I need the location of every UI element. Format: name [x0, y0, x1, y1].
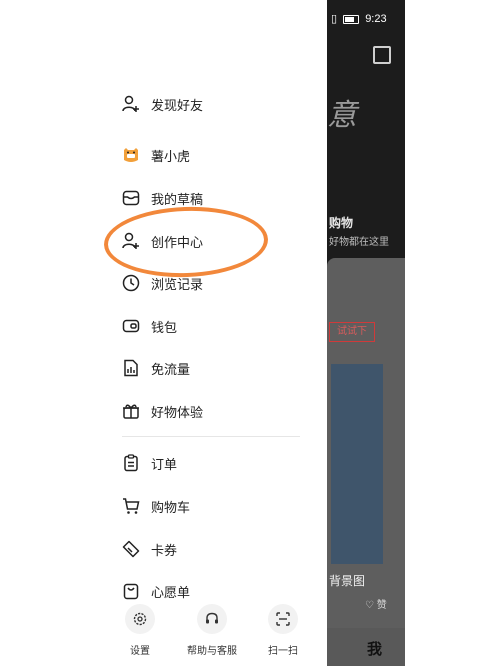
menu-item-label: 钱包	[151, 319, 178, 335]
clock-icon	[120, 272, 142, 294]
tiger-avatar-icon	[120, 144, 142, 166]
menu-item-cart[interactable]: 购物车	[120, 491, 320, 521]
inbox-icon	[120, 187, 142, 209]
ticket-icon	[120, 538, 142, 560]
card-title: 背景图	[329, 574, 366, 588]
menu-item-product-trial[interactable]: 好物体验	[120, 396, 320, 426]
vibrate-icon: ▯	[331, 13, 338, 25]
menu-item-label: 好物体验	[151, 404, 204, 420]
menu-item-label: 免流量	[151, 361, 191, 377]
menu-item-label: 薯小虎	[151, 148, 191, 164]
shop-subtitle: 好物都在这里	[329, 237, 389, 248]
menu-item-history[interactable]: 浏览记录	[120, 268, 320, 298]
headset-icon	[197, 604, 227, 634]
background-decor-text: 意	[327, 98, 357, 133]
clipboard-icon	[120, 452, 142, 474]
menu-item-label: 订单	[151, 456, 178, 472]
menu-item-label: 我的草稿	[151, 191, 204, 207]
menu-item-profile[interactable]: 薯小虎	[120, 140, 320, 170]
help-button[interactable]: 帮助与客服	[177, 604, 247, 657]
menu-item-label: 浏览记录	[151, 276, 204, 292]
data-file-icon	[120, 357, 142, 379]
gift-icon	[120, 400, 142, 422]
menu-divider	[122, 436, 300, 437]
help-label: 帮助与客服	[187, 646, 237, 657]
tab-bar	[327, 628, 405, 666]
menu-item-wallet[interactable]: 钱包	[120, 311, 320, 341]
menu-item-label: 卡券	[151, 542, 178, 558]
cart-icon	[120, 495, 142, 517]
status-bar: ▯ 9:23	[327, 12, 387, 25]
tab-me: 我	[367, 641, 383, 658]
add-user-icon	[120, 93, 142, 115]
scan-label: 扫一扫	[268, 646, 298, 657]
menu-item-label: 购物车	[151, 499, 191, 515]
background-app: 意 购物 好物都在这里 试试下 背景图 ♡ 赞 我	[327, 0, 405, 666]
shop-title: 购物	[329, 216, 354, 230]
like-label: 赞	[376, 600, 387, 611]
menu-item-free-data[interactable]: 免流量	[120, 353, 320, 383]
status-time: 9:23	[365, 13, 387, 25]
menu-item-orders[interactable]: 订单	[120, 448, 320, 478]
share-icon	[373, 46, 391, 64]
menu-item-label: 心愿单	[151, 584, 191, 600]
menu-item-discover-friends[interactable]: 发现好友	[120, 89, 320, 119]
menu-item-label: 发现好友	[151, 97, 204, 113]
gear-icon	[125, 604, 155, 634]
menu-item-wishlist[interactable]: 心愿单	[120, 576, 320, 606]
side-drawer: 发现好友 薯小虎 我的草稿 创作中心 浏览记录 钱包 免流量 好物体验 订单 购…	[0, 0, 327, 666]
settings-label: 设置	[130, 646, 150, 657]
wallet-icon	[120, 315, 142, 337]
like-button: ♡ 赞	[365, 600, 387, 611]
battery-icon	[343, 14, 360, 24]
wishlist-bag-icon	[120, 580, 142, 602]
scan-icon	[268, 604, 298, 634]
settings-button[interactable]: 设置	[105, 604, 175, 657]
content-card-image	[331, 364, 383, 564]
try-tag: 试试下	[329, 322, 375, 342]
scan-button[interactable]: 扫一扫	[248, 604, 318, 657]
menu-item-coupons[interactable]: 卡券	[120, 534, 320, 564]
